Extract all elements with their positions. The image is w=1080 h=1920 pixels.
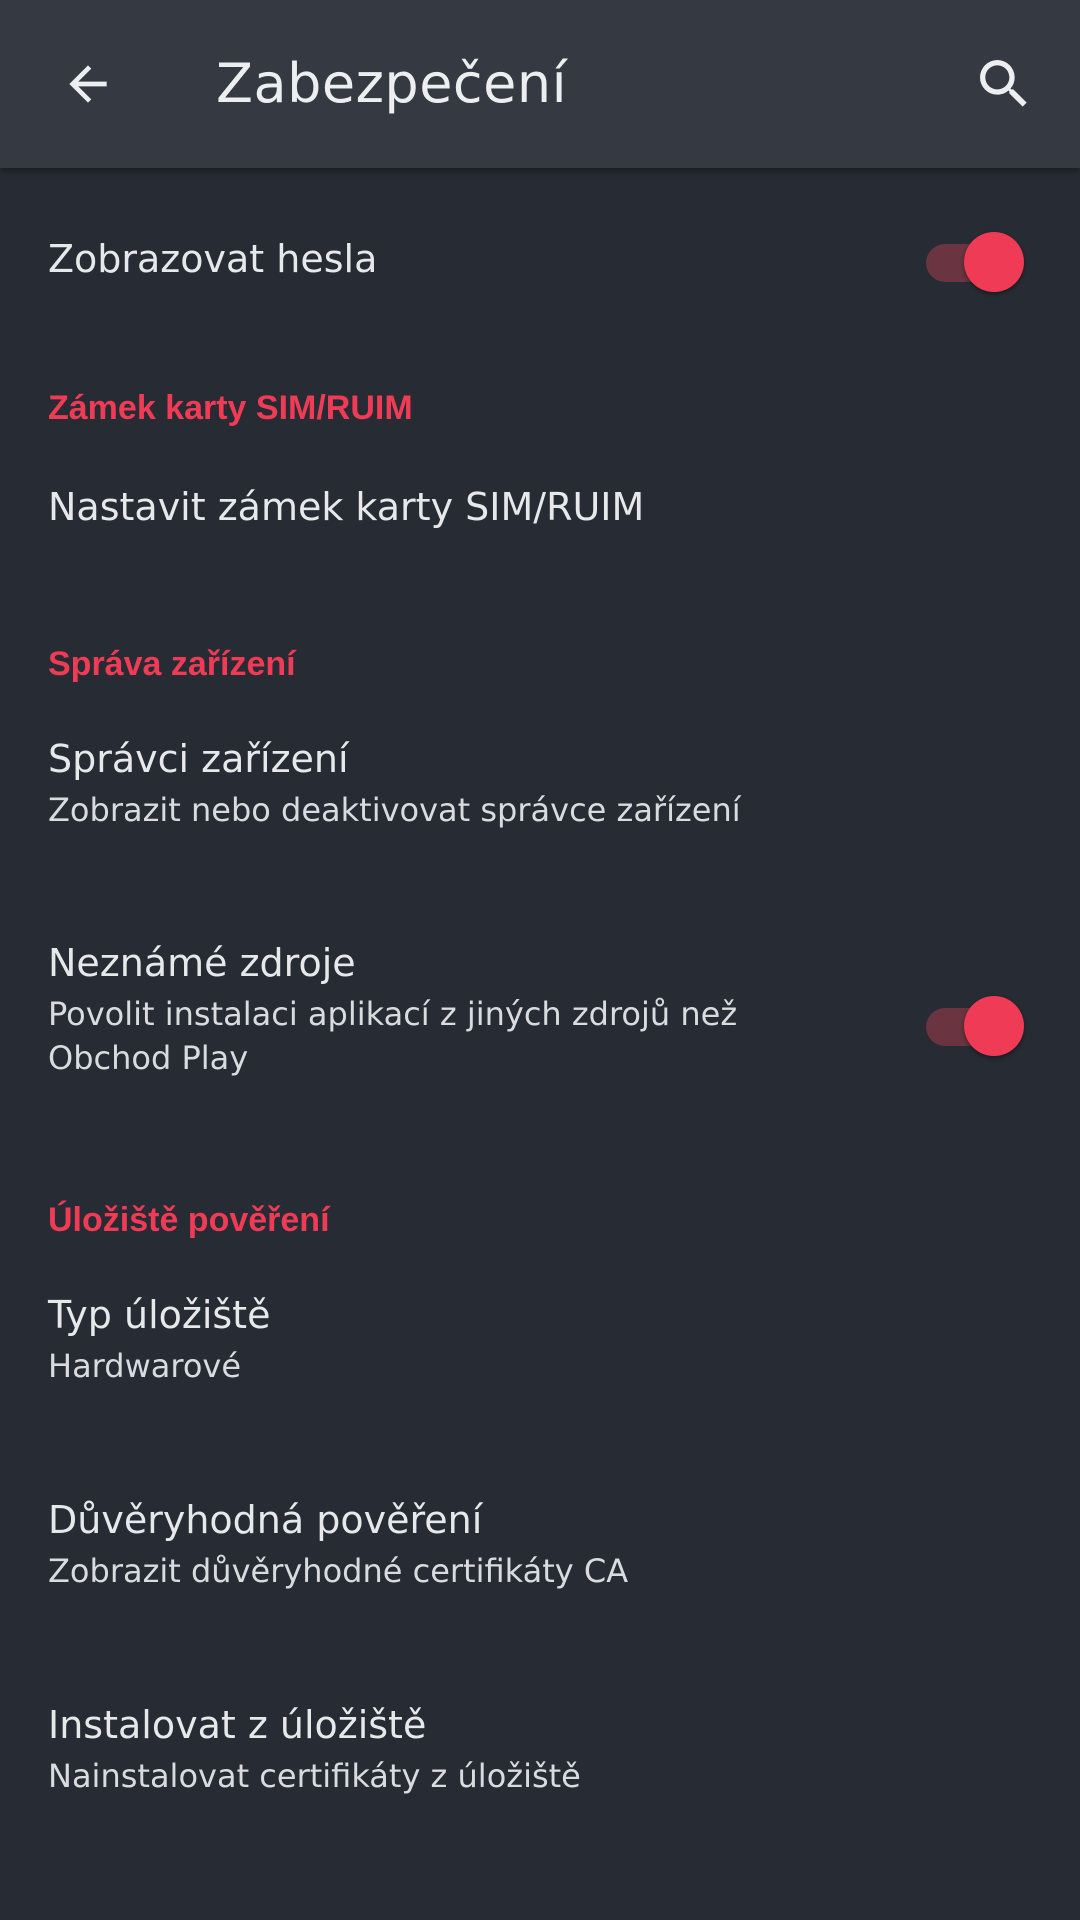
unknown-sources-row[interactable]: Neznámé zdroje Povolit instalaci aplikac…	[0, 932, 1080, 1132]
storage-type-value: Hardwarové	[48, 1347, 242, 1385]
arrow-left-icon	[69, 65, 107, 103]
storage-type-title: Typ úložiště	[48, 1293, 271, 1337]
section-header-credentials: Úložiště pověření	[48, 1201, 330, 1239]
search-icon	[980, 60, 1027, 107]
app-bar: Zabezpečení	[0, 0, 1080, 168]
storage-type-row[interactable]: Typ úložiště Hardwarové	[0, 1284, 1080, 1444]
trusted-credentials-title: Důvěryhodná pověření	[48, 1498, 483, 1542]
switch-thumb	[964, 232, 1024, 292]
section-header-device: Správa zařízení	[48, 645, 296, 683]
switch-thumb	[964, 996, 1024, 1056]
unknown-sources-switch[interactable]	[920, 988, 1024, 1056]
unknown-sources-title: Neznámé zdroje	[48, 941, 356, 985]
section-header-sim: Zámek karty SIM/RUIM	[48, 389, 413, 427]
device-admins-summary: Zobrazit nebo deaktivovat správce zaříze…	[48, 791, 741, 829]
back-button[interactable]	[48, 44, 128, 124]
settings-list: Zobrazovat hesla Zámek karty SIM/RUIM Na…	[0, 168, 1080, 1920]
page-title: Zabezpečení	[216, 52, 568, 115]
install-from-storage-row[interactable]: Instalovat z úložiště Nainstalovat certi…	[0, 1694, 1080, 1854]
device-admins-row[interactable]: Správci zařízení Zobrazit nebo deaktivov…	[0, 728, 1080, 888]
install-from-storage-title: Instalovat z úložiště	[48, 1703, 427, 1747]
search-button[interactable]	[964, 44, 1044, 124]
sim-lock-row[interactable]: Nastavit zámek karty SIM/RUIM	[0, 480, 1080, 590]
sim-lock-label: Nastavit zámek karty SIM/RUIM	[48, 485, 645, 529]
trusted-credentials-summary: Zobrazit důvěryhodné certifikáty CA	[48, 1552, 629, 1590]
install-from-storage-summary: Nainstalovat certifikáty z úložiště	[48, 1757, 581, 1795]
show-passwords-switch[interactable]	[920, 224, 1024, 292]
device-admins-title: Správci zařízení	[48, 737, 349, 781]
show-passwords-row[interactable]: Zobrazovat hesla	[0, 226, 1080, 366]
trusted-credentials-row[interactable]: Důvěryhodná pověření Zobrazit důvěryhodn…	[0, 1489, 1080, 1649]
